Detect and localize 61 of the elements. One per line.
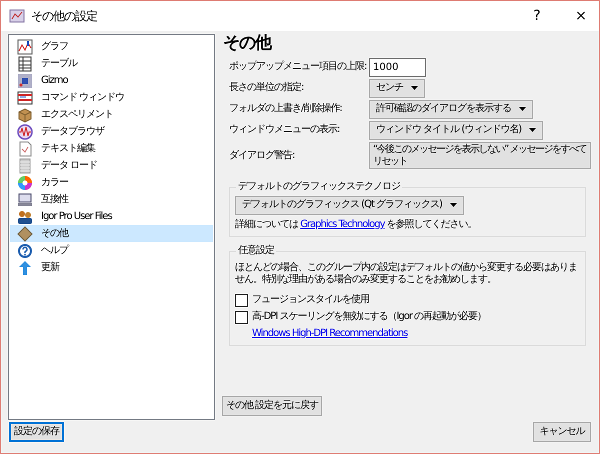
sidebar-item[interactable]: エクスペリメント: [10, 106, 213, 123]
sidebar-item[interactable]: 更新: [10, 259, 213, 276]
sidebar-item[interactable]: Gizmo: [10, 72, 213, 89]
setting-label: ダイアログ警告:: [229, 150, 296, 162]
panel-title: その他: [223, 34, 273, 53]
setting-label: フォルダの上書き/削除操作:: [229, 103, 343, 116]
window-title: その他の設定: [31, 8, 97, 24]
setting-label: ポップアップメニュー項目の上限:: [229, 61, 368, 74]
caret-icon: [529, 128, 536, 132]
cancel-button[interactable]: キャンセル: [533, 422, 591, 442]
dropdown[interactable]: 許可確認のダイアログを表示する: [369, 100, 533, 119]
document-icon: [17, 140, 33, 156]
link[interactable]: Graphics Technology: [300, 218, 385, 230]
computer-icon: [17, 192, 33, 208]
checkbox[interactable]: [235, 310, 248, 324]
dropdown[interactable]: ウィンドウ タイトル (ウィンドウ名): [369, 120, 544, 140]
cube-icon: [17, 72, 33, 88]
sidebar-item[interactable]: グラフ: [10, 38, 213, 55]
close-button[interactable]: ×: [563, 2, 599, 30]
checkbox[interactable]: [235, 294, 248, 307]
wave-icon: [17, 124, 33, 140]
sidebar-item[interactable]: カラー: [10, 174, 213, 191]
reset-button[interactable]: “今後このメッセージを表示しない” メッセージをすべてリセット: [369, 142, 591, 170]
graph-icon: [17, 38, 33, 54]
help-note: 詳細については Graphics Technology を参照してください。: [235, 218, 478, 231]
setting-label: ウィンドウメニューの表示:: [229, 124, 340, 136]
checkbox-label: 高-DPI スケーリングを無効にする（Igor の再起動が必要）: [252, 311, 486, 324]
sidebar-item[interactable]: ヘルプ: [10, 242, 213, 259]
caret-icon: [519, 107, 526, 112]
caret-icon: [411, 86, 418, 90]
text-field[interactable]: 1000: [369, 58, 426, 77]
users-icon: [17, 208, 33, 224]
app-icon: [9, 8, 25, 24]
sidebar-item[interactable]: コマンド ウィンドウ: [10, 89, 213, 106]
grid-icon: [17, 158, 33, 174]
sidebar-item[interactable]: その他: [10, 225, 213, 242]
dropdown[interactable]: センチ: [369, 78, 425, 98]
revert-button[interactable]: その他 設定を元に戻す: [222, 396, 322, 416]
console-icon: [17, 90, 33, 106]
dropdown[interactable]: デフォルトのグラフィックス (Qt グラフィックス): [235, 196, 464, 215]
group-title: 任意設定: [236, 244, 276, 257]
sidebar-item[interactable]: データ ロード: [10, 157, 213, 174]
group-title: デフォルトのグラフィックステクノロジ: [236, 180, 402, 193]
sidebar-item[interactable]: 互換性: [10, 191, 213, 208]
setting-label: 長さの単位の指定:: [229, 82, 304, 94]
up-arrow-icon: [17, 260, 33, 276]
color-wheel-icon: [17, 174, 33, 190]
link[interactable]: Windows High-DPI Recommendations: [252, 328, 408, 339]
caret-icon: [450, 203, 457, 208]
description-text: ほとんどの場合、このグループ内の設定はデフォルトの値から変更する必要はありません。特別な理由がある場合のみ変更することをお勧めします。: [235, 262, 578, 286]
sidebar-item[interactable]: テーブル: [10, 55, 213, 72]
diamond-icon: [17, 226, 33, 242]
save-button[interactable]: 設定の保存: [9, 422, 64, 442]
sidebar-item[interactable]: データブラウザ: [10, 123, 213, 140]
checkbox-label: フュージョンスタイルを使用: [252, 294, 369, 306]
sidebar-item[interactable]: テキスト編集: [10, 140, 213, 157]
table-icon: [17, 56, 33, 72]
help-button[interactable]: ?: [519, 2, 555, 30]
box-icon: [17, 106, 33, 122]
sidebar-item[interactable]: Igor Pro User Files: [10, 208, 213, 225]
help-icon: [17, 242, 33, 258]
